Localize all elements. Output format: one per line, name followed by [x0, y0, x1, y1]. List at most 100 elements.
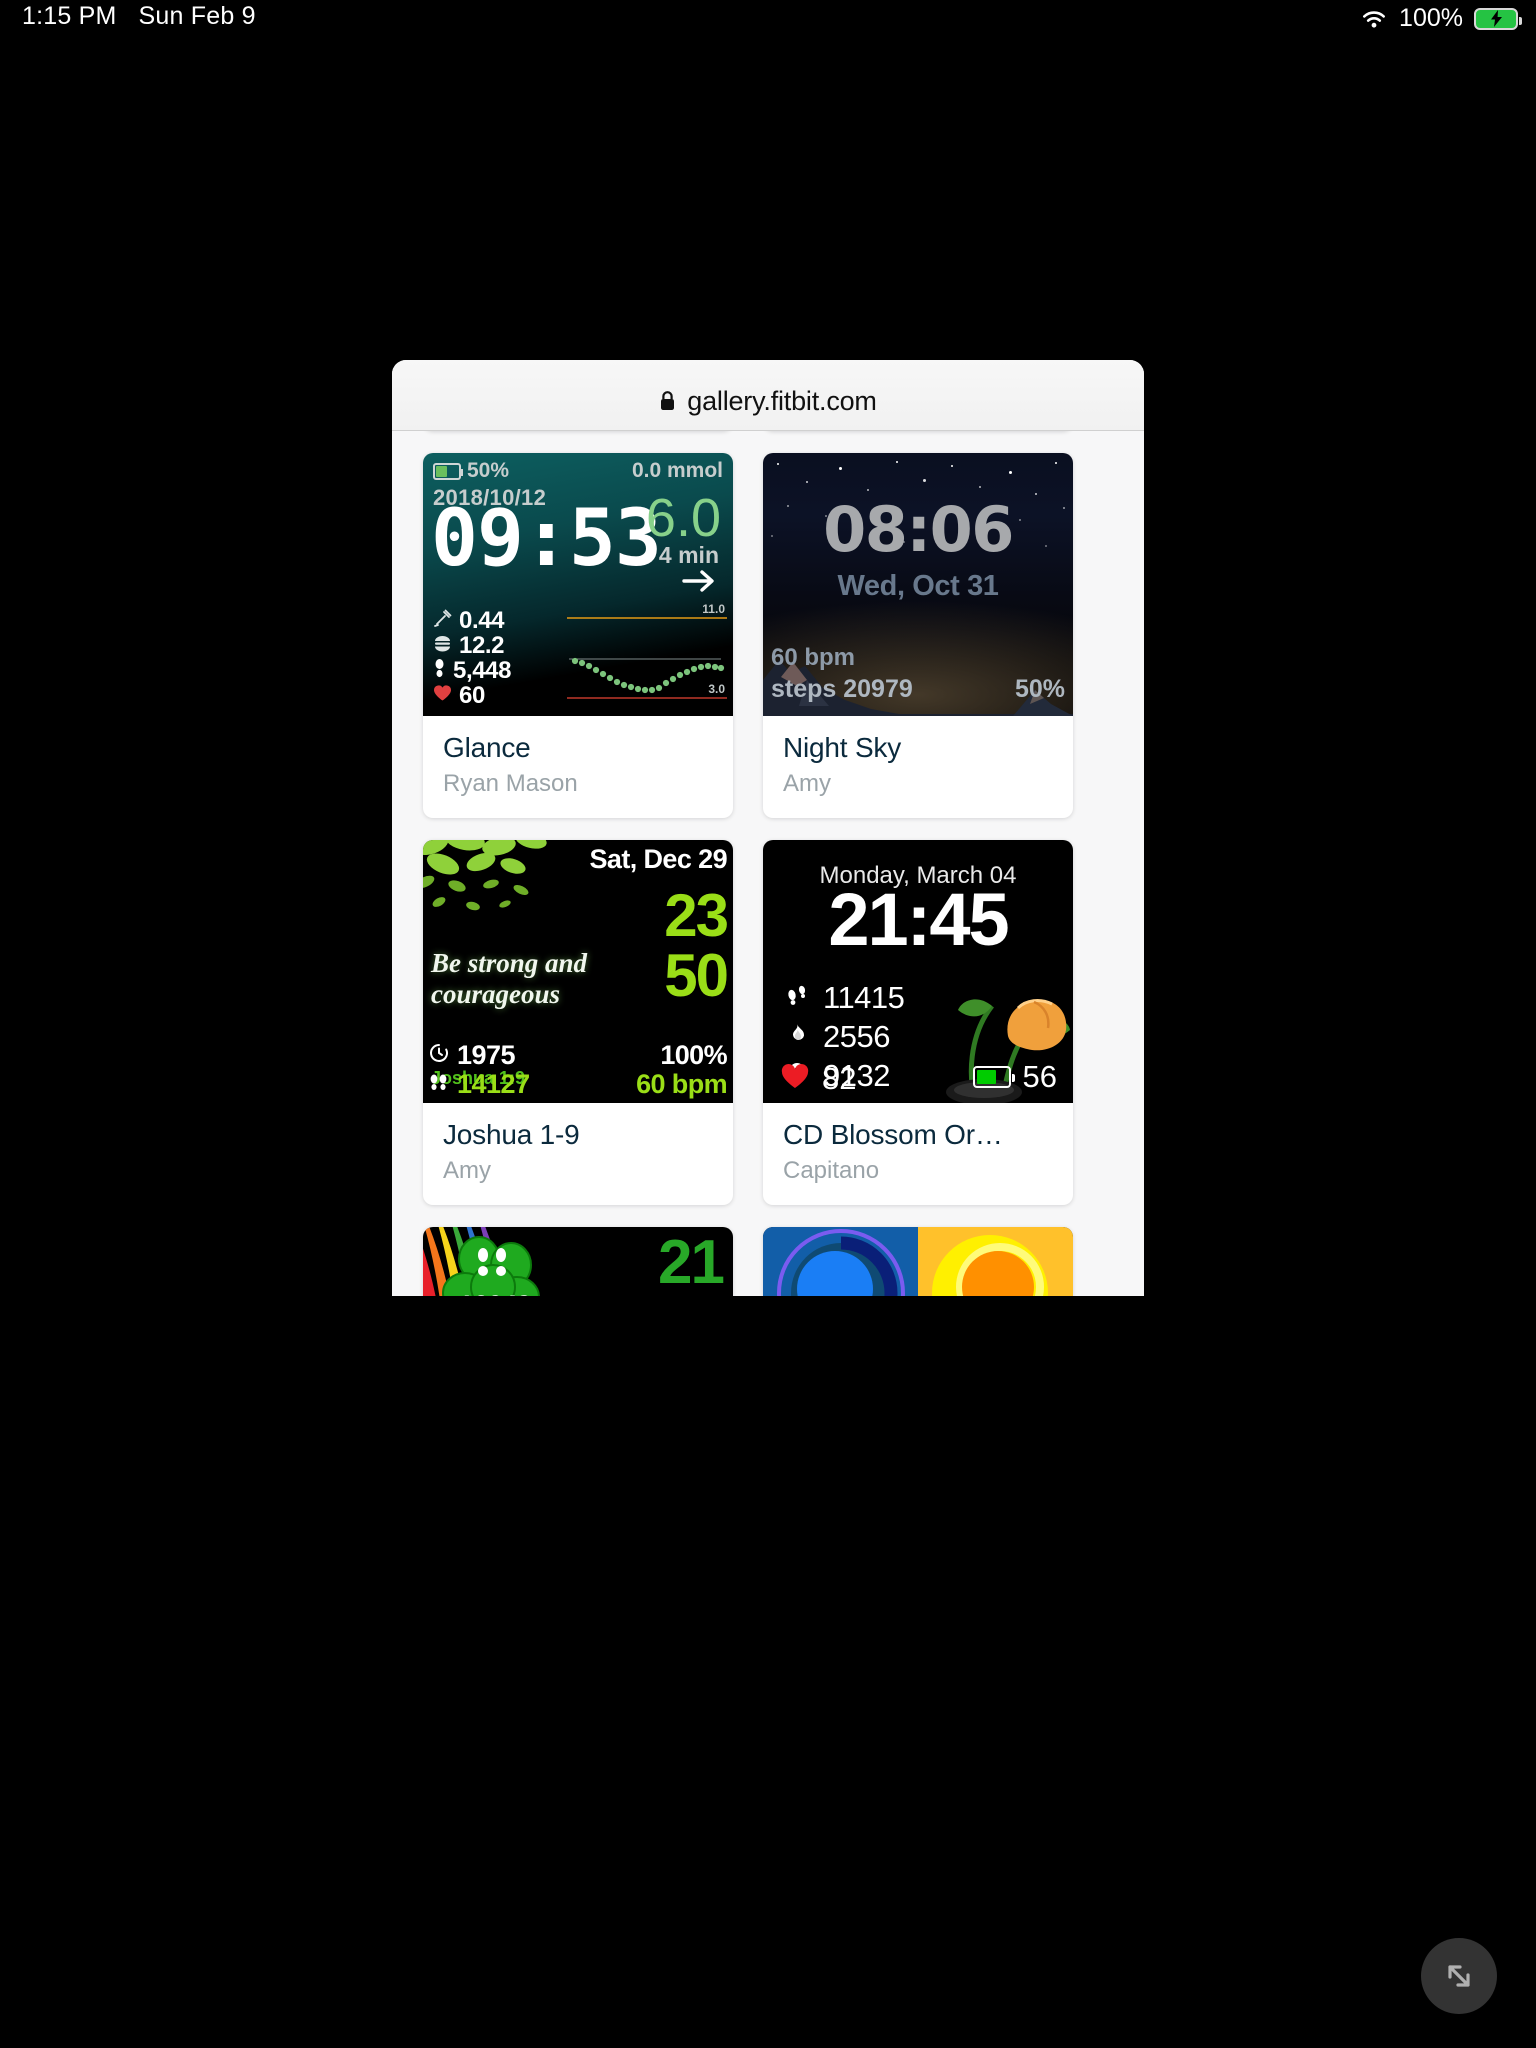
watchface-card-quadrant[interactable]: Fri 15	[763, 1227, 1073, 1296]
joshua-calories: 1975	[457, 1040, 516, 1070]
card-meta: Glance Ryan Mason	[423, 716, 733, 818]
clover-steps-icon	[442, 1236, 540, 1296]
card-author: Capitano	[783, 1157, 880, 1184]
card-author: Amy	[443, 1157, 491, 1184]
cd-battery-row: 56	[972, 1059, 1057, 1095]
glance-stat-row: 60	[433, 681, 551, 709]
night-sky-battery: 50%	[1014, 675, 1065, 703]
joshua-steps-row: 14127	[429, 1069, 530, 1100]
heart-icon	[781, 1063, 809, 1095]
wifi-icon	[1360, 8, 1388, 30]
card-meta: Joshua 1-9 Amy	[423, 1103, 733, 1205]
status-bar-date: Sun Feb 9	[138, 2, 256, 30]
status-bar-left: 1:15 PM Sun Feb 9	[22, 2, 256, 31]
glance-glucose-value: 6.0	[645, 488, 721, 548]
glance-glucose-chart: 11.0 3.0	[567, 602, 727, 706]
battery-icon	[972, 1066, 1015, 1088]
heart-icon	[433, 684, 452, 707]
browser-window: gallery.fitbit.com 50% 0.0 mmol 2018/10/…	[392, 360, 1144, 1296]
watchface-card-cd-blossom-orange[interactable]: Monday, March 04 21:45 11415 2556 9132 8…	[763, 840, 1073, 1205]
glance-stat-value: 0.44	[459, 606, 505, 634]
card-meta: Night Sky Amy	[763, 716, 1073, 818]
shamrock-steps: 16049	[435, 1290, 555, 1296]
glance-stat-list: 0.44 12.2 5,448 60	[433, 606, 551, 709]
glance-stat-value: 5,448	[453, 656, 512, 684]
cd-steps: 11415	[823, 979, 905, 1015]
status-bar-battery-percent: 100%	[1399, 4, 1463, 32]
glance-unit-label: 0.0 mmol	[631, 459, 723, 482]
cd-stat-row: 2556	[785, 1017, 904, 1056]
expand-button[interactable]	[1421, 1938, 1497, 2014]
cd-bpm: 82	[822, 1061, 857, 1096]
cd-calories: 2556	[823, 1018, 890, 1054]
url-text: gallery.fitbit.com	[687, 385, 877, 416]
joshua-hours: 23	[664, 882, 729, 949]
arrow-right-icon	[681, 568, 717, 594]
watchface-grid: 50% 0.0 mmol 2018/10/12 09:53 6.0 4 min	[423, 431, 1113, 1296]
glance-stat-row: 5,448	[433, 656, 551, 684]
glance-chart-high-label: 11.0	[702, 602, 725, 616]
card-title: CD Blossom Or…	[783, 1119, 1003, 1150]
glance-stat-row: 0.44	[433, 606, 551, 634]
cd-time: 21:45	[828, 878, 1009, 961]
watchface-preview-night-sky: 08:06 Wed, Oct 31 60 bpm steps 20979 50%	[763, 453, 1073, 716]
watchface-card-night-sky[interactable]: 08:06 Wed, Oct 31 60 bpm steps 20979 50%…	[763, 453, 1073, 818]
card-title: Night Sky	[783, 732, 902, 763]
watchface-preview-glance: 50% 0.0 mmol 2018/10/12 09:53 6.0 4 min	[423, 453, 733, 716]
footsteps-icon	[785, 983, 809, 1012]
flame-icon	[785, 1022, 809, 1051]
joshua-date: Sat, Dec 29	[589, 844, 728, 874]
night-sky-time: 08:06	[823, 493, 1014, 566]
watchface-preview-quadrant: Fri 15	[763, 1227, 1073, 1296]
cd-heartrate-row: 82	[781, 1061, 856, 1097]
status-bar-right: 100%	[1360, 4, 1522, 33]
glance-battery-percent: 50%	[467, 459, 510, 482]
glance-stat-value: 12.2	[459, 631, 505, 659]
address-bar[interactable]: gallery.fitbit.com	[659, 385, 877, 417]
battery-icon	[433, 462, 463, 480]
card-meta: CD Blossom Or… Capitano	[763, 1103, 1073, 1205]
expand-diagonal-icon	[1440, 1957, 1478, 1995]
status-bar-time: 1:15 PM	[22, 2, 117, 30]
shamrock-hours: 21	[658, 1228, 725, 1296]
joshua-minutes: 50	[664, 942, 729, 1009]
card-title: Glance	[443, 732, 531, 763]
glance-time: 09:53	[431, 494, 662, 584]
footsteps-icon	[429, 1072, 449, 1097]
cd-battery-value: 56	[1022, 1059, 1057, 1094]
joshua-steps: 14127	[457, 1069, 530, 1099]
glance-chart-low-label: 3.0	[708, 682, 725, 696]
card-author: Amy	[783, 770, 831, 797]
watchface-card-joshua-1-9[interactable]: Sat, Dec 29 23 50 Be strong and courageo…	[423, 840, 733, 1205]
watchface-card-glance[interactable]: 50% 0.0 mmol 2018/10/12 09:53 6.0 4 min	[423, 453, 733, 818]
footprint-icon	[433, 658, 446, 683]
card-title: Joshua 1-9	[443, 1119, 580, 1150]
joshua-battery: 100%	[660, 1040, 727, 1070]
battery-charging-icon	[1474, 7, 1522, 30]
joshua-quote: Be strong and courageous	[431, 948, 588, 1009]
joshua-bpm: 60 bpm	[636, 1069, 728, 1099]
glance-stat-row: 12.2	[433, 631, 551, 659]
lock-icon	[659, 390, 676, 412]
burger-icon	[433, 634, 452, 658]
cd-stat-row: 11415	[785, 978, 905, 1017]
night-sky-steps: steps 20979	[771, 675, 913, 703]
glance-top-row: 50% 0.0 mmol	[433, 459, 723, 483]
browser-title-bar: gallery.fitbit.com	[392, 360, 1144, 431]
watch-hands	[763, 1227, 1073, 1296]
card-author: Ryan Mason	[443, 770, 578, 797]
ipad-status-bar: 1:15 PM Sun Feb 9 100%	[0, 0, 1536, 44]
watchface-preview-joshua: Sat, Dec 29 23 50 Be strong and courageo…	[423, 840, 733, 1103]
watchface-card-shamrock[interactable]: 16049 359	[423, 1227, 733, 1296]
watchface-preview-cd-blossom: Monday, March 04 21:45 11415 2556 9132 8…	[763, 840, 1073, 1103]
night-sky-bpm: 60 bpm	[771, 644, 856, 671]
leaves-decoration	[423, 840, 547, 911]
active-minutes-icon	[429, 1043, 449, 1068]
night-sky-date: Wed, Oct 31	[837, 570, 999, 602]
syringe-icon	[433, 609, 452, 633]
glance-ago: 4 min	[658, 542, 719, 568]
watchface-preview-shamrock: 16049 359	[423, 1227, 733, 1296]
gallery-scroll-region[interactable]: 50% 0.0 mmol 2018/10/12 09:53 6.0 4 min	[392, 431, 1144, 1296]
glance-stat-value: 60	[459, 681, 485, 709]
joshua-calories-row: 1975	[429, 1040, 516, 1071]
